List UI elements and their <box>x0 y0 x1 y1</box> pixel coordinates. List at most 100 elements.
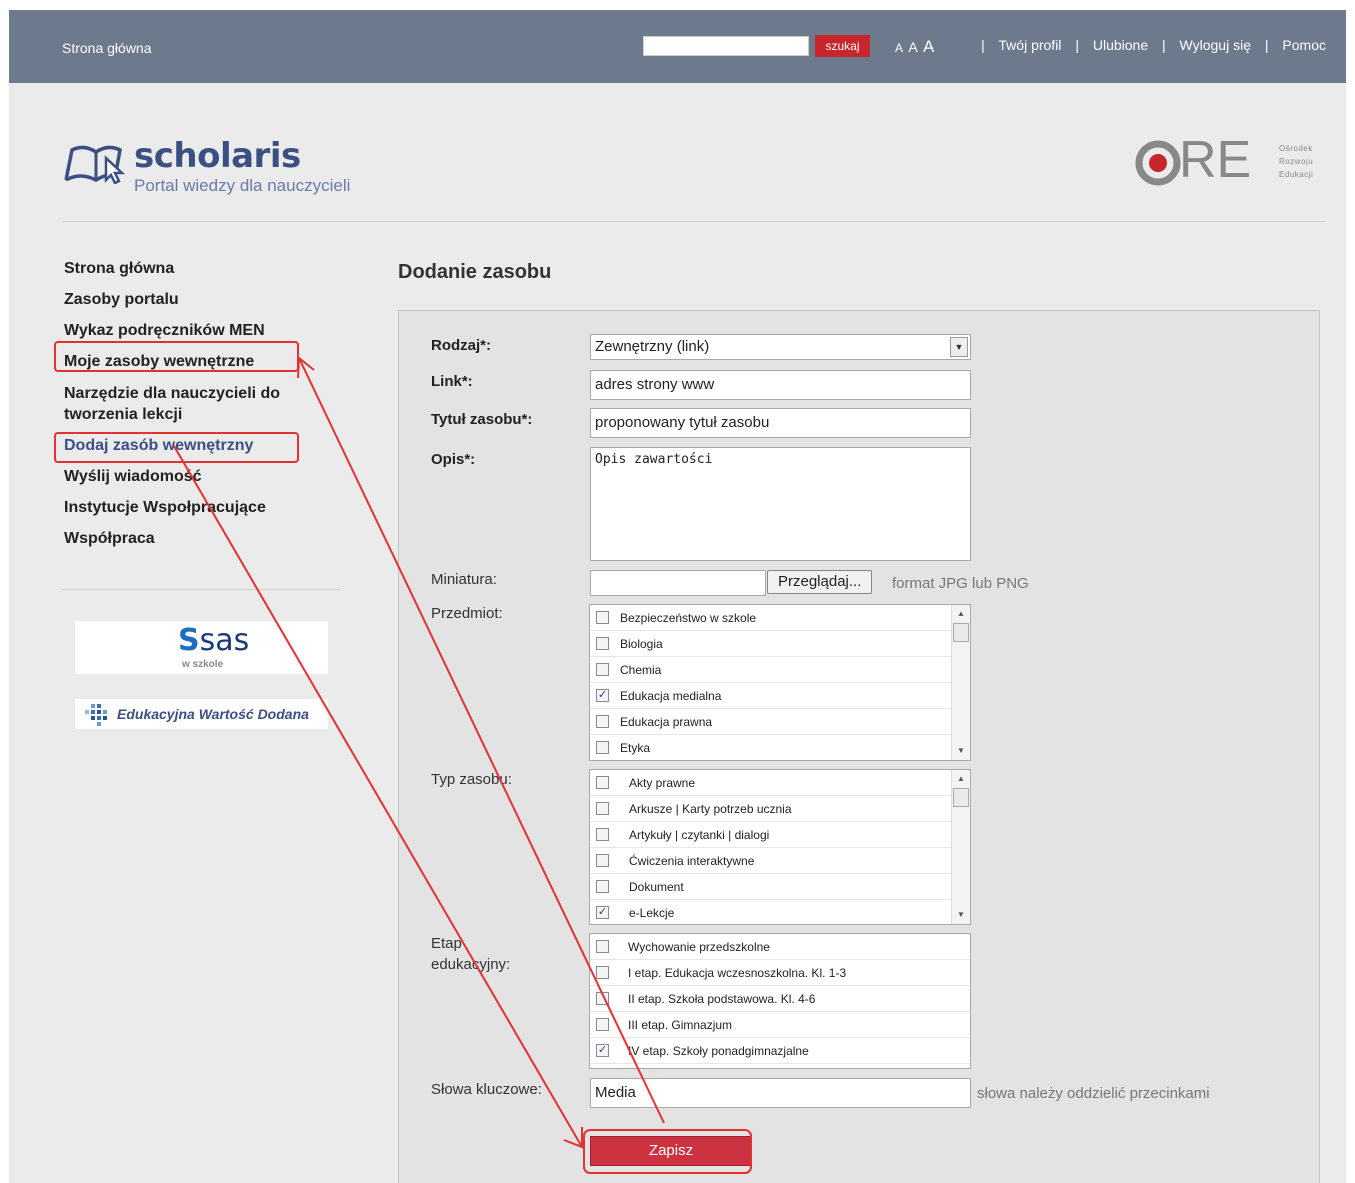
profile-link[interactable]: Twój profil <box>998 37 1061 53</box>
resource-type-listbox[interactable]: Akty prawne Arkusze | Karty potrzeb uczn… <box>589 769 971 925</box>
type-select[interactable]: Zewnętrzny (link) ▼ <box>590 334 971 360</box>
list-item[interactable]: Arkusze | Karty potrzeb ucznia <box>590 796 951 822</box>
browse-button[interactable]: Przeglądaj... <box>767 570 873 594</box>
keywords-input[interactable]: Media <box>590 1078 971 1108</box>
sidebar-item-home[interactable]: Strona główna <box>64 259 354 279</box>
list-item[interactable]: Bezpieczeństwo w szkole <box>590 605 951 631</box>
ore-line-1: Ośrodek <box>1279 144 1313 153</box>
checkbox-checked[interactable]: ✓ <box>596 1044 609 1057</box>
list-item[interactable]: ✓ IV etap. Szkoły ponadgimnazjalne <box>590 1038 970 1064</box>
list-item-label: Artykuły | czytanki | dialogi <box>629 828 770 842</box>
title-input[interactable]: proponowany tytuł zasobu <box>590 408 971 438</box>
list-item-label: Dokument <box>629 880 684 894</box>
separator: | <box>1075 37 1079 53</box>
list-item[interactable]: Artykuły | czytanki | dialogi <box>590 822 951 848</box>
stage-listbox[interactable]: Wychowanie przedszkolne I etap. Edukacja… <box>589 933 971 1069</box>
sas-logo-sub: w szkole <box>182 659 224 670</box>
checkbox-checked[interactable]: ✓ <box>596 906 609 919</box>
list-item-label: III etap. Gimnazjum <box>628 1018 733 1032</box>
list-item-label: Edukacja medialna <box>620 689 722 703</box>
thumbnail-file-input[interactable] <box>590 570 766 596</box>
logo-tagline: Portal wiedzy dla nauczycieli <box>134 176 351 195</box>
scroll-up-icon[interactable]: ▲ <box>952 772 970 786</box>
checkbox[interactable] <box>596 1018 609 1031</box>
checkbox[interactable] <box>596 611 609 624</box>
checkbox[interactable] <box>596 854 609 867</box>
ore-circle-icon <box>1135 140 1181 186</box>
checkbox[interactable] <box>596 715 609 728</box>
list-item[interactable]: Edukacja prawna <box>590 709 951 735</box>
checkbox[interactable] <box>596 663 609 676</box>
scroll-thumb[interactable] <box>953 788 969 807</box>
help-link[interactable]: Pomoc <box>1282 37 1326 53</box>
checkbox[interactable] <box>596 776 609 789</box>
chevron-down-icon[interactable]: ▼ <box>950 337 968 357</box>
scrollbar[interactable]: ▲ ▼ <box>951 770 970 924</box>
sas-logo[interactable]: Ssas w szkole <box>75 621 328 674</box>
stage-label-2: edukacyjny: <box>431 956 511 973</box>
ewd-logo[interactable]: Edukacyjna Wartość Dodana <box>75 699 328 729</box>
sidebar-item-lesson-tool[interactable]: Narzędzie dla nauczycieli do tworzenia l… <box>64 383 304 425</box>
separator: | <box>1162 37 1166 53</box>
favorites-link[interactable]: Ulubione <box>1093 37 1148 53</box>
ore-line-3: Edukacji <box>1279 170 1314 179</box>
font-size-small-button[interactable]: A <box>895 41 903 55</box>
checkbox[interactable] <box>596 637 609 650</box>
ore-subtitle: Ośrodek Rozwoju Edukacji <box>1279 142 1313 181</box>
highlight-save-button <box>583 1129 752 1174</box>
list-item[interactable]: Ćwiczenia interaktywne <box>590 848 951 874</box>
search-button[interactable]: szukaj <box>815 35 870 57</box>
checkbox[interactable] <box>596 940 609 953</box>
sidebar-item-portal-resources[interactable]: Zasoby portalu <box>64 290 354 310</box>
font-size-large-button[interactable]: A <box>923 37 934 56</box>
sidebar-nav: Strona główna Zasoby portalu Wykaz podrę… <box>64 259 354 560</box>
sidebar-item-cooperation[interactable]: Współpraca <box>64 529 354 549</box>
list-item[interactable]: III etap. Gimnazjum <box>590 1012 970 1038</box>
page: Strona główna szukaj A A A | Twój profil… <box>9 10 1346 1183</box>
logout-link[interactable]: Wyloguj się <box>1180 37 1251 53</box>
sidebar-item-send-message[interactable]: Wyślij wiadomość <box>64 467 354 487</box>
subject-listbox[interactable]: Bezpieczeństwo w szkole Biologia Chemia … <box>589 604 971 761</box>
scroll-thumb[interactable] <box>953 623 969 642</box>
thumbnail-hint: format JPG lub PNG <box>892 575 1029 592</box>
scroll-up-icon[interactable]: ▲ <box>952 607 970 621</box>
link-label: Link*: <box>431 373 473 390</box>
checkbox[interactable] <box>596 802 609 815</box>
description-textarea[interactable]: Opis zawartości <box>590 447 971 561</box>
list-item[interactable]: Wychowanie przedszkolne <box>590 934 970 960</box>
checkbox[interactable] <box>596 741 609 754</box>
checkbox[interactable] <box>596 992 609 1005</box>
link-input[interactable]: adres strony www <box>590 370 971 400</box>
list-item[interactable]: Etyka <box>590 735 951 760</box>
list-item-label: II etap. Szkoła podstawowa. Kl. 4-6 <box>628 992 816 1006</box>
list-item-label: Akty prawne <box>629 776 696 790</box>
checkbox-checked[interactable]: ✓ <box>596 689 609 702</box>
ore-line-2: Rozwoju <box>1279 157 1314 166</box>
checkbox[interactable] <box>596 966 609 979</box>
separator: | <box>981 37 985 53</box>
list-item-label: Chemia <box>620 663 662 677</box>
list-item[interactable]: Biologia <box>590 631 951 657</box>
scrollbar[interactable]: ▲ ▼ <box>951 605 970 760</box>
search-input[interactable] <box>643 36 809 56</box>
top-home-link[interactable]: Strona główna <box>62 40 152 56</box>
checkbox[interactable] <box>596 880 609 893</box>
sas-logo-text: Ssas <box>178 623 250 658</box>
checkbox[interactable] <box>596 828 609 841</box>
list-item[interactable]: ✓ e-Lekcje <box>590 900 951 924</box>
scroll-down-icon[interactable]: ▼ <box>952 744 970 758</box>
list-item[interactable]: II etap. Szkoła podstawowa. Kl. 4-6 <box>590 986 970 1012</box>
scroll-down-icon[interactable]: ▼ <box>952 908 970 922</box>
logo-name: scholaris <box>134 136 301 176</box>
list-item[interactable]: ✓ Edukacja medialna <box>590 683 951 709</box>
sidebar-item-institutions[interactable]: Instytucje Wspołpracujące <box>64 498 354 518</box>
list-item[interactable]: I etap. Edukacja wczesnoszkolna. Kl. 1-3 <box>590 960 970 986</box>
sidebar-item-textbooks[interactable]: Wykaz podręczników MEN <box>64 321 354 341</box>
list-item[interactable]: Akty prawne <box>590 770 951 796</box>
ewd-logo-text: Edukacyjna Wartość Dodana <box>117 706 309 722</box>
font-size-medium-button[interactable]: A <box>908 39 917 55</box>
list-item[interactable]: Dokument <box>590 874 951 900</box>
list-item[interactable]: Chemia <box>590 657 951 683</box>
list-item-label: Wychowanie przedszkolne <box>628 940 770 954</box>
ore-logo: RE Ośrodek Rozwoju Edukacji <box>1135 131 1335 194</box>
